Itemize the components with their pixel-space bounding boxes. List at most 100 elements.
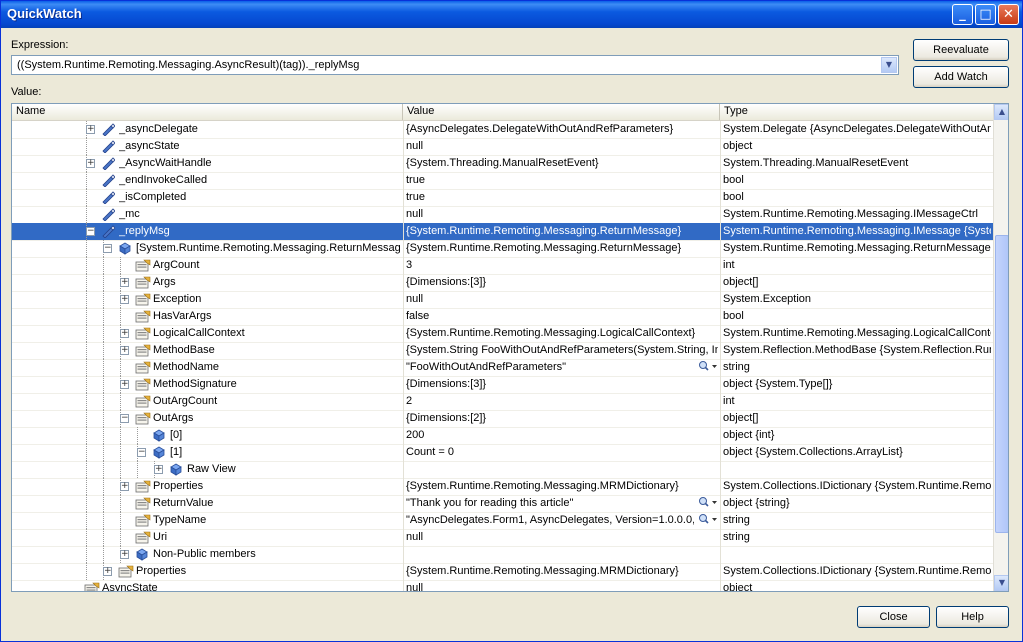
visualizer-icon[interactable]	[698, 513, 718, 528]
row-value[interactable]: {AsyncDelegates.DelegateWithOutAndRefPar…	[406, 121, 718, 138]
table-row[interactable]: _isCompleted true bool	[12, 189, 993, 207]
row-value[interactable]: true	[406, 172, 718, 189]
table-row[interactable]: + Args {Dimensions:[3]} object[]	[12, 274, 993, 292]
visualizer-icon[interactable]	[698, 496, 718, 511]
row-value[interactable]: 2	[406, 393, 718, 410]
expand-icon[interactable]: +	[86, 125, 95, 134]
expression-input[interactable]: ((System.Runtime.Remoting.Messaging.Asyn…	[17, 59, 359, 71]
expand-icon[interactable]: +	[120, 329, 129, 338]
help-button[interactable]: Help	[936, 606, 1009, 628]
table-row[interactable]: + Exception null System.Exception	[12, 291, 993, 309]
vertical-scrollbar[interactable]: ▲ ▼	[993, 104, 1008, 591]
expand-icon[interactable]: +	[120, 380, 129, 389]
table-row[interactable]: TypeName "AsyncDelegates.Form1, AsyncDele…	[12, 512, 993, 530]
row-value[interactable]: {System.Runtime.Remoting.Messaging.MRMDi…	[406, 563, 718, 580]
expand-icon[interactable]: +	[120, 482, 129, 491]
row-value[interactable]: "FooWithOutAndRefParameters"	[406, 359, 694, 376]
table-row[interactable]: − [System.Runtime.Remoting.Messaging.Retu…	[12, 240, 993, 258]
table-row[interactable]: + Non-Public members	[12, 546, 993, 564]
add-watch-button[interactable]: Add Watch	[913, 66, 1009, 88]
row-value[interactable]: null	[406, 291, 718, 308]
row-value[interactable]: "Thank you for reading this article"	[406, 495, 694, 512]
table-row[interactable]: MethodName "FooWithOutAndRefParameters" st…	[12, 359, 993, 377]
scroll-down-icon[interactable]: ▼	[994, 575, 1008, 591]
close-icon[interactable]: ✕	[998, 4, 1019, 25]
row-value[interactable]: {System.Runtime.Remoting.Messaging.Retur…	[406, 223, 718, 240]
row-value[interactable]	[406, 546, 718, 563]
table-row[interactable]: _asyncState null object	[12, 138, 993, 156]
row-value[interactable]: Count = 0	[406, 444, 718, 461]
maximize-icon[interactable]: □	[975, 4, 996, 25]
table-row[interactable]: + MethodBase {System.String FooWithOutAndR…	[12, 342, 993, 360]
table-row[interactable]: [0] 200 object {int}	[12, 427, 993, 445]
row-value[interactable]: {System.Threading.ManualResetEvent}	[406, 155, 718, 172]
visualizer-icon[interactable]	[698, 360, 718, 375]
table-row[interactable]: ReturnValue "Thank you for reading this a…	[12, 495, 993, 513]
scroll-up-icon[interactable]: ▲	[994, 104, 1008, 120]
title-bar[interactable]: QuickWatch _ □ ✕	[1, 1, 1022, 28]
row-value[interactable]: 3	[406, 257, 718, 274]
table-row[interactable]: + MethodSignature {Dimensions:[3]} object {…	[12, 376, 993, 394]
row-value[interactable]: null	[406, 529, 718, 546]
property-icon	[135, 480, 151, 493]
row-value[interactable]: {Dimensions:[2]}	[406, 410, 718, 427]
column-separator	[720, 495, 721, 512]
column-header-value[interactable]: Value	[403, 104, 720, 120]
table-row[interactable]: + _asyncDelegate {AsyncDelegates.DelegateW…	[12, 121, 993, 139]
close-button[interactable]: Close	[857, 606, 930, 628]
expand-icon[interactable]: +	[120, 550, 129, 559]
table-row[interactable]: AsyncState null object	[12, 580, 993, 591]
collapse-icon[interactable]: −	[86, 227, 95, 236]
expand-icon[interactable]: +	[103, 567, 112, 576]
row-value[interactable]: null	[406, 206, 718, 223]
minimize-icon[interactable]: _	[952, 4, 973, 25]
table-row[interactable]: + LogicalCallContext {System.Runtime.Remot…	[12, 325, 993, 343]
collapse-icon[interactable]: −	[120, 414, 129, 423]
scroll-thumb[interactable]	[995, 235, 1008, 533]
table-row[interactable]: OutArgCount 2 int	[12, 393, 993, 411]
expand-icon[interactable]: +	[120, 278, 129, 287]
table-row[interactable]: _mc null System.Runtime.Remoting.Messaging…	[12, 206, 993, 224]
table-row[interactable]: ArgCount 3 int	[12, 257, 993, 275]
reevaluate-button[interactable]: Reevaluate	[913, 39, 1009, 61]
table-row[interactable]: − [1] Count = 0 object {System.Collections.…	[12, 444, 993, 462]
column-header-name[interactable]: Name	[12, 104, 403, 120]
row-value[interactable]: false	[406, 308, 718, 325]
row-value[interactable]: {Dimensions:[3]}	[406, 274, 718, 291]
row-value[interactable]: {System.String FooWithOutAndRefParameter…	[406, 342, 718, 359]
row-value[interactable]: {System.Runtime.Remoting.Messaging.Retur…	[406, 240, 718, 257]
row-value[interactable]: 200	[406, 427, 718, 444]
chevron-down-icon[interactable]: ▼	[881, 57, 897, 73]
expand-icon[interactable]: +	[154, 465, 163, 474]
collapse-icon[interactable]: −	[103, 244, 112, 253]
table-row[interactable]: + Properties {System.Runtime.Remoting.Mess…	[12, 478, 993, 496]
row-value[interactable]: true	[406, 189, 718, 206]
tree-line	[86, 512, 87, 529]
row-value[interactable]: null	[406, 580, 718, 591]
column-separator	[403, 325, 404, 342]
row-value[interactable]: {Dimensions:[3]}	[406, 376, 718, 393]
row-value[interactable]: null	[406, 138, 718, 155]
row-type: System.Exception	[723, 293, 812, 305]
table-row[interactable]: + Raw View	[12, 461, 993, 479]
table-row[interactable]: + Properties {System.Runtime.Remoting.Mess…	[12, 563, 993, 581]
column-header-type[interactable]: Type	[720, 104, 993, 120]
expand-icon[interactable]: +	[86, 159, 95, 168]
row-value[interactable]: {System.Runtime.Remoting.Messaging.Logic…	[406, 325, 718, 342]
row-name: _isCompleted	[119, 191, 187, 203]
expand-icon[interactable]: +	[120, 346, 129, 355]
row-value[interactable]	[406, 461, 718, 478]
tree-line	[103, 427, 104, 444]
expression-combobox[interactable]: ((System.Runtime.Remoting.Messaging.Asyn…	[11, 55, 899, 75]
tree-line	[103, 274, 104, 291]
table-row[interactable]: HasVarArgs false bool	[12, 308, 993, 326]
row-value[interactable]: {System.Runtime.Remoting.Messaging.MRMDi…	[406, 478, 718, 495]
table-row[interactable]: + _AsyncWaitHandle {System.Threading.Manua…	[12, 155, 993, 173]
table-row[interactable]: − OutArgs {Dimensions:[2]} object[]	[12, 410, 993, 428]
table-row[interactable]: − _replyMsg {System.Runtime.Remoting.Messa…	[12, 223, 993, 241]
table-row[interactable]: _endInvokeCalled true bool	[12, 172, 993, 190]
collapse-icon[interactable]: −	[137, 448, 146, 457]
expand-icon[interactable]: +	[120, 295, 129, 304]
table-row[interactable]: Uri null string	[12, 529, 993, 547]
row-value[interactable]: "AsyncDelegates.Form1, AsyncDelegates, V…	[406, 512, 694, 529]
